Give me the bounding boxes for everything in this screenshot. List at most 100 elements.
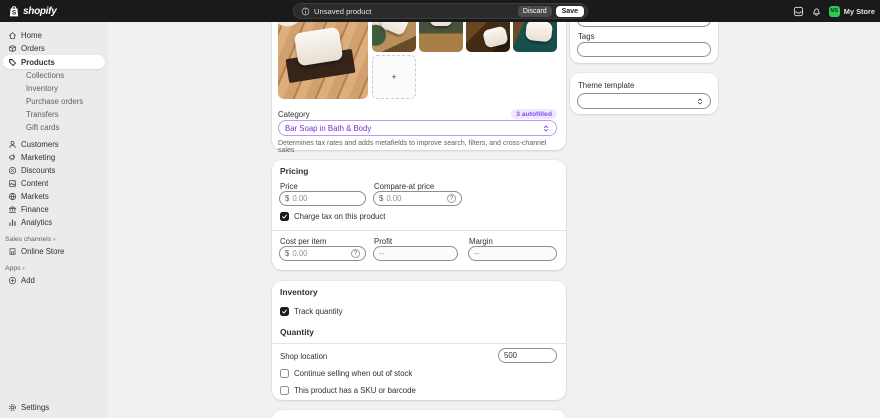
finance-bank-icon [8,206,17,213]
apps-header[interactable]: Apps › [0,263,108,274]
theme-template-card: Theme template [570,73,718,114]
checkbox-checked-icon [280,307,289,316]
cost-input[interactable]: $ ? [279,246,366,261]
sidebar-item-gift-cards[interactable]: Gift cards [3,121,105,134]
shop-location-label: Shop location [280,352,328,361]
shopify-bag-icon: S [9,5,19,16]
sidebar-item-customers[interactable]: Customers [3,138,105,151]
tags-input[interactable] [577,42,711,57]
online-store-icon [9,248,16,255]
sidebar-item-products[interactable]: Products [3,55,105,69]
sidebar-item-finance[interactable]: Finance [3,203,105,216]
markets-globe-icon [8,192,17,201]
product-image-thumbnail[interactable] [466,22,510,52]
marketing-megaphone-icon [9,154,15,161]
sidebar-item-settings[interactable]: Settings [3,401,105,414]
unsaved-status-text: Unsaved product [314,6,372,16]
price-label: Price [280,182,298,191]
currency-prefix: $ [285,194,290,203]
sidebar-nav: Home Orders Products Collections Invento… [0,22,108,418]
profit-label: Profit [374,237,393,246]
sidebar-item-content[interactable]: Content [3,177,105,190]
sidebar-item-markets[interactable]: Markets [3,190,105,203]
analytics-chart-icon [9,219,16,226]
store-name: My Store [843,6,875,16]
sidebar-item-inventory[interactable]: Inventory [3,82,105,95]
sidebar-item-collections[interactable]: Collections [3,69,105,82]
sidebar-item-transfers[interactable]: Transfers [3,108,105,121]
media-category-card: + Category 3 autofilled Bar Soap in Bath… [272,22,566,154]
shop-location-quantity-input[interactable] [498,348,557,363]
save-button[interactable]: Save [555,5,584,17]
theme-template-select[interactable] [577,93,711,109]
contextual-save-bar: Unsaved product Discard Save [293,3,588,19]
chevron-right-icon: › [22,265,25,272]
pricing-card: Pricing Price Compare-at price $ $ ? Cha… [272,160,566,270]
organization-input-partial[interactable] [577,22,711,27]
category-label: Category [278,109,310,119]
cost-label: Cost per item [280,237,327,246]
sku-barcode-checkbox[interactable]: This product has a SKU or barcode [280,386,416,395]
compare-price-input[interactable]: $ ? [373,191,462,206]
inventory-card: Inventory Track quantity Quantity Shop l… [272,281,566,400]
inventory-title: Inventory [280,287,318,297]
products-tag-icon [9,58,16,66]
sidebar-item-online-store[interactable]: Online Store [3,245,105,258]
margin-input [468,246,557,261]
topbar-right-cluster: MS My Store [793,0,875,22]
select-updown-icon [698,98,702,104]
margin-label: Margin [469,237,493,246]
svg-text:S: S [12,9,17,16]
compare-price-label: Compare-at price [374,182,435,191]
checkbox-unchecked-icon [280,386,289,395]
add-plus-icon [8,276,17,285]
plus-icon: + [391,72,397,82]
price-input[interactable]: $ [279,191,366,206]
main-content: + Category 3 autofilled Bar Soap in Bath… [108,22,880,418]
shopify-wordmark: shopify [23,5,57,17]
quantity-title: Quantity [280,327,314,337]
theme-template-label: Theme template [578,81,635,90]
topbar: S shopify Unsaved product Discard Save M… [0,0,880,22]
checkbox-checked-icon [280,212,289,221]
currency-prefix: $ [285,249,290,258]
pricing-title: Pricing [280,166,309,176]
discard-button[interactable]: Discard [517,5,552,17]
add-media-button[interactable]: + [372,55,416,99]
category-select[interactable]: Bar Soap in Bath & Body [278,120,557,136]
select-updown-icon [544,125,548,131]
store-menu[interactable]: MS My Store [828,5,875,17]
notifications-bell-icon[interactable] [811,6,822,17]
shopify-admin-window: S shopify Unsaved product Discard Save M… [0,0,880,418]
sidebar-item-orders[interactable]: Orders [3,42,105,55]
profit-input [373,246,458,261]
help-icon[interactable]: ? [351,249,360,258]
info-icon [301,7,310,15]
product-image-thumbnail[interactable] [513,22,557,52]
organization-card: Tags [570,22,718,63]
sidebar-item-purchase-orders[interactable]: Purchase orders [3,95,105,108]
sales-channels-header[interactable]: Sales channels › [0,234,108,245]
charge-tax-checkbox[interactable]: Charge tax on this product [280,212,385,221]
shopify-logo[interactable]: S shopify [8,0,57,22]
autofilled-badge: 3 autofilled [511,109,557,119]
sidebar-item-analytics[interactable]: Analytics [3,216,105,229]
currency-prefix: $ [379,194,384,203]
product-image-main[interactable] [278,22,368,99]
sidebar-item-home[interactable]: Home [3,29,105,42]
next-section-card-partial [272,410,566,418]
track-quantity-checkbox[interactable]: Track quantity [280,307,343,316]
sidebar-item-discounts[interactable]: Discounts [3,164,105,177]
tags-label: Tags [578,32,595,41]
sidebar-item-add-app[interactable]: Add [3,274,105,287]
content-image-icon [9,180,16,187]
store-avatar: MS [828,5,840,17]
product-image-thumbnail[interactable] [419,22,463,52]
settings-gear-icon [9,404,16,411]
inbox-icon[interactable] [793,6,804,17]
product-image-thumbnail[interactable] [372,22,416,52]
sidebar-item-marketing[interactable]: Marketing [3,151,105,164]
continue-selling-checkbox[interactable]: Continue selling when out of stock [280,369,412,378]
help-icon[interactable]: ? [447,194,456,203]
discounts-percent-icon [8,166,17,175]
